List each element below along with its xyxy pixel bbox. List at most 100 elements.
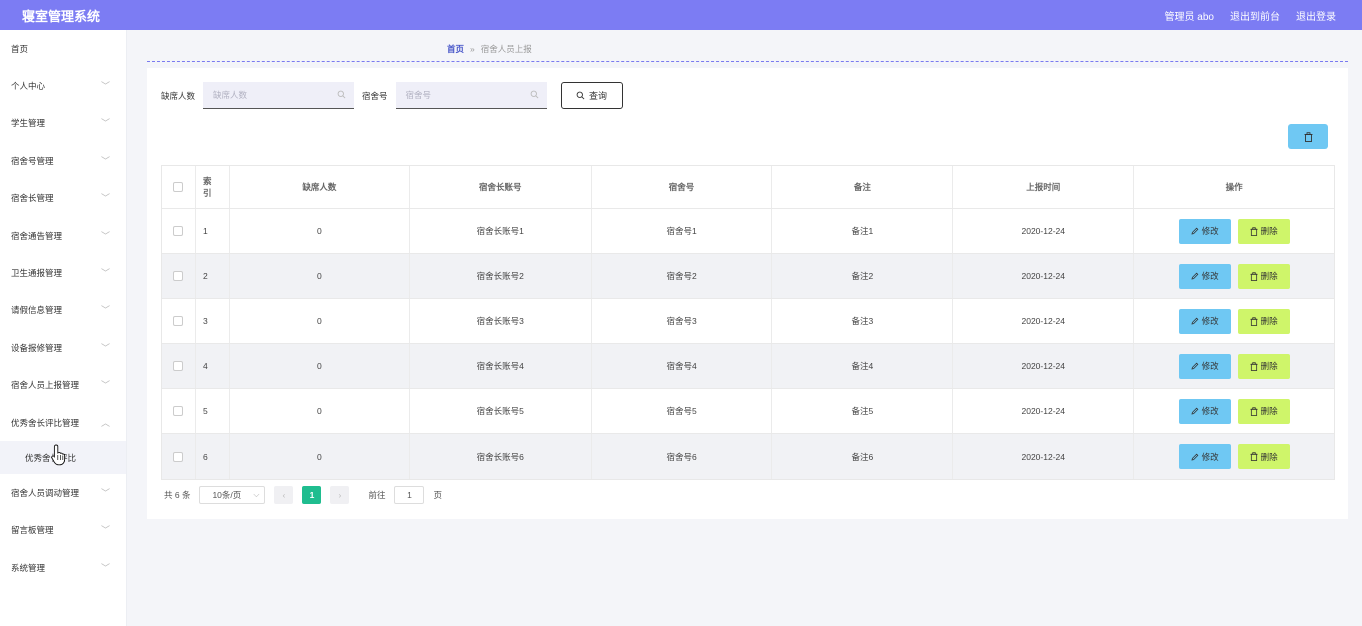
trash-icon (1304, 131, 1312, 142)
breadcrumb: 首页 » 宿舍人员上报 (447, 43, 532, 55)
row-checkbox[interactable] (173, 406, 184, 416)
row-checkbox[interactable] (173, 451, 184, 462)
absent-count-label: 缺席人数 (161, 90, 196, 101)
cell-account: 宿舍长账号4 (410, 344, 592, 388)
row-checkbox[interactable] (173, 361, 184, 371)
current-page-button[interactable]: 1 (302, 486, 322, 504)
cell-time: 2020-12-24 (953, 344, 1135, 388)
delete-button[interactable]: 删除 (1237, 308, 1290, 334)
cell-note: 备注3 (772, 299, 954, 343)
row-checkbox[interactable] (173, 226, 184, 236)
delete-button[interactable]: 删除 (1237, 218, 1290, 244)
sidebar-item[interactable]: 宿舍长管理 ﹀ (0, 180, 126, 217)
cell-index: 3 (196, 299, 230, 343)
sidebar-item[interactable]: 请假信息管理 ﹀ (0, 292, 126, 329)
sidebar-item[interactable]: 学生管理 ﹀ (0, 105, 126, 142)
sidebar-item[interactable]: 个人中心 ﹀ (0, 67, 126, 104)
cell-actions: 修改 删除 (1134, 344, 1334, 388)
sidebar-item-label: 优秀舍长评比管理 (11, 417, 80, 428)
row-select-cell (162, 299, 196, 343)
sidebar-item[interactable]: 宿舍号管理 ﹀ (0, 142, 126, 179)
edit-button[interactable]: 修改 (1178, 263, 1231, 289)
edit-button[interactable]: 修改 (1178, 353, 1231, 379)
delete-button-label: 删除 (1260, 226, 1278, 236)
breadcrumb-home[interactable]: 首页 (447, 43, 464, 55)
sidebar-item[interactable]: 设备报修管理 ﹀ (0, 329, 126, 366)
hand-cursor-icon (51, 444, 66, 466)
dorm-number-input[interactable]: 宿舍号 (395, 82, 547, 109)
edit-button[interactable]: 修改 (1178, 398, 1231, 424)
trash-icon (1250, 406, 1258, 416)
cell-note: 备注2 (772, 254, 954, 298)
trash-icon (1250, 271, 1258, 281)
sidebar-item-label: 首页 (11, 43, 29, 54)
cell-index: 2 (196, 254, 230, 298)
sidebar-item-label: 宿舍人员上报管理 (11, 380, 80, 391)
logout-link[interactable]: 退出登录 (1296, 8, 1336, 23)
select-all-checkbox[interactable] (173, 182, 184, 192)
cell-dorm: 宿舍号5 (592, 389, 773, 433)
cell-account: 宿舍长账号5 (410, 389, 592, 433)
sidebar-item-label: 宿舍通告管理 (11, 230, 63, 241)
app-title: 寝室管理系统 (22, 8, 101, 24)
page-size-select[interactable]: 10条/页 ⌵ (199, 486, 266, 504)
query-button-label: 查询 (589, 91, 608, 101)
delete-button[interactable]: 删除 (1237, 263, 1290, 289)
sidebar-item[interactable]: 系统管理 ﹀ (0, 549, 126, 586)
absent-count-placeholder: 缺席人数 (213, 90, 248, 100)
sidebar-item-label: 请假信息管理 (11, 305, 63, 316)
cell-absent: 0 (230, 209, 410, 253)
edit-icon (1191, 227, 1198, 235)
sidebar-item[interactable]: 留言板管理 ﹀ (0, 512, 126, 549)
chevron-down-icon: ﹀ (100, 305, 110, 316)
edit-button[interactable]: 修改 (1178, 218, 1231, 244)
absent-count-input[interactable]: 缺席人数 (203, 82, 355, 109)
chevron-down-icon: ﹀ (100, 380, 110, 391)
cell-time: 2020-12-24 (953, 254, 1135, 298)
row-checkbox[interactable] (173, 316, 184, 326)
table-header-row: 索引 缺席人数 宿舍长账号 宿舍号 备注 上报时间 操作 (162, 166, 1334, 209)
chevron-down-icon: ﹀ (100, 267, 110, 278)
goto-page-input[interactable]: 1 (394, 486, 425, 504)
sidebar-item[interactable]: 优秀舍长评比管理 ︿ (0, 404, 126, 441)
cell-note: 备注5 (772, 389, 954, 433)
edit-button-label: 修改 (1201, 406, 1219, 416)
prev-page-button[interactable]: ‹ (274, 486, 294, 504)
edit-button[interactable]: 修改 (1178, 308, 1231, 334)
delete-button[interactable]: 删除 (1237, 444, 1290, 469)
sidebar-item[interactable]: 首页 (0, 30, 126, 67)
delete-button[interactable]: 删除 (1237, 398, 1290, 424)
sidebar-menu: 首页 个人中心 ﹀ 学生管理 ﹀ 宿舍号管理 ﹀ 宿舍长管理 ﹀ 宿舍通告管理 ﹀ 卫生通报管理 ﹀ 请假… (0, 30, 127, 626)
sidebar-item[interactable]: 卫生通报管理 ﹀ (0, 254, 126, 291)
edit-icon (1191, 272, 1198, 280)
cell-dorm: 宿舍号4 (592, 344, 773, 388)
edit-button[interactable]: 修改 (1178, 444, 1231, 469)
cell-absent: 0 (230, 299, 410, 343)
edit-button-label: 修改 (1201, 361, 1219, 371)
cell-absent: 0 (230, 389, 410, 433)
row-checkbox[interactable] (173, 271, 184, 281)
sidebar-item[interactable]: 宿舍通告管理 ﹀ (0, 217, 126, 254)
chevron-down-icon: ﹀ (100, 342, 110, 353)
sidebar-item[interactable]: 宿舍人员调动管理 ﹀ (0, 474, 126, 511)
sidebar-item-label: 留言板管理 (11, 525, 54, 536)
query-button[interactable]: 查询 (560, 82, 623, 109)
cell-account: 宿舍长账号2 (410, 254, 592, 298)
back-to-front-link[interactable]: 退出到前台 (1230, 8, 1280, 23)
batch-delete-button[interactable] (1288, 124, 1328, 149)
header-note: 备注 (772, 166, 954, 208)
edit-icon (1191, 407, 1198, 415)
table-row: 1 0 宿舍长账号1 宿舍号1 备注1 2020-12-24 修改 删除 (162, 209, 1334, 254)
next-page-button[interactable]: › (330, 486, 350, 504)
chevron-down-icon: ﹀ (100, 230, 110, 241)
sidebar-item-label: 宿舍人员调动管理 (11, 487, 80, 498)
row-select-cell (162, 389, 196, 433)
cell-dorm: 宿舍号2 (592, 254, 773, 298)
pagination: 共 6 条 10条/页 ⌵ ‹ 1 › 前往 1 页 (164, 486, 442, 504)
cell-time: 2020-12-24 (953, 434, 1135, 479)
content-panel: 缺席人数 缺席人数 宿舍号 宿舍号 查询 索引 缺席人数 宿舍长账号 宿舍号 备… (147, 68, 1348, 519)
sidebar-item[interactable]: 宿舍人员上报管理 ﹀ (0, 367, 126, 404)
table-row: 4 0 宿舍长账号4 宿舍号4 备注4 2020-12-24 修改 删除 (162, 344, 1334, 389)
delete-button[interactable]: 删除 (1237, 353, 1290, 379)
table-row: 6 0 宿舍长账号6 宿舍号6 备注6 2020-12-24 修改 删除 (162, 434, 1334, 479)
